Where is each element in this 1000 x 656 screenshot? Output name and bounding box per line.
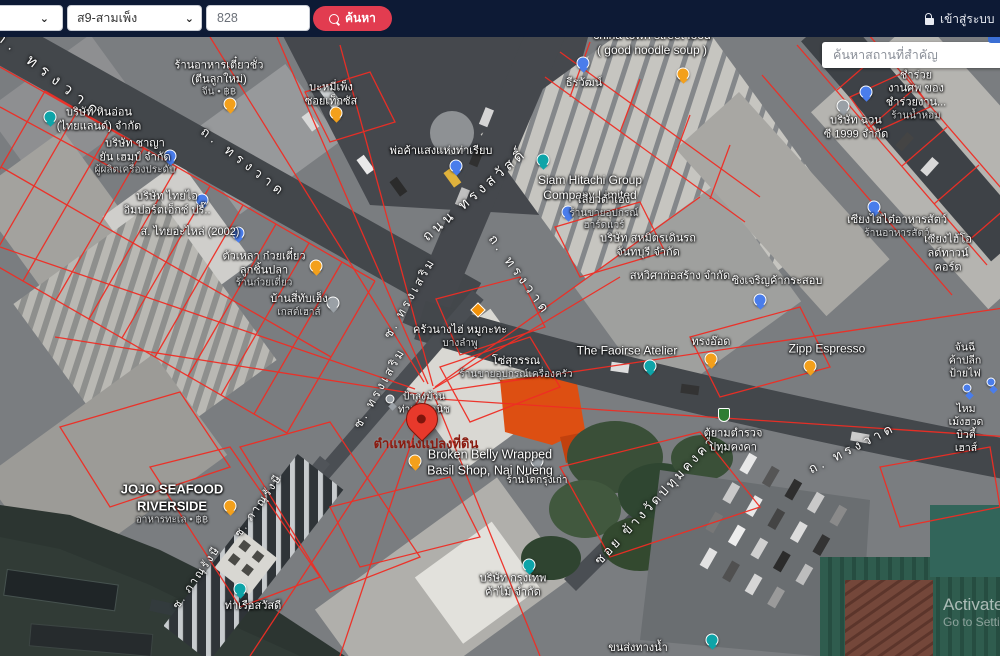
session-label: เข้าสู่ระบบ [940, 10, 995, 29]
poi-label[interactable]: บริษัท กรุงเทพ ค้าไม้ จำกัด [480, 572, 547, 600]
search-icon [329, 14, 339, 24]
app-window: ถ. ทรงวาด ถ. ทรงวาด ถนน ทรงสวัสดิ์ ถ. ทร… [0, 0, 1000, 656]
parcel-number-input[interactable] [206, 5, 310, 31]
chevron-down-icon: ⌄ [185, 12, 194, 25]
poi-label-text: ร้านอาหารเตี๋ยวชั่ว (ตีนลูกใหม่) [175, 59, 264, 85]
shop-marker-icon[interactable] [963, 384, 972, 393]
poi-label-sub: ร้านขายอุปกรณ์เครื่องครัว [459, 369, 572, 382]
company-marker-icon[interactable] [644, 360, 657, 373]
poi-label[interactable]: ทรงอ๊อด [692, 336, 731, 350]
poi-label-sub: อาหารทะเล • ฿฿ [121, 514, 224, 527]
top-toolbar: มหานคร ⌄ ส9-สามเพ็ง ⌄ ค้นหา เข้าสู่ระบบ [0, 0, 1000, 37]
poi-label[interactable]: จันฉี ค้าปลีกป้ายไฟ [948, 341, 983, 380]
poi-label-text: JOJO SEAFOOD RIVERSIDE [121, 482, 224, 513]
poi-label[interactable]: บริษัท ฉวน ซี 1999 จำกัด [824, 114, 888, 142]
province-select[interactable]: มหานคร ⌄ [0, 5, 63, 31]
poi-label[interactable]: china town street food ( good noodle sou… [593, 37, 710, 58]
clipped-blue-button[interactable] [988, 37, 1000, 43]
company-marker-icon[interactable] [523, 559, 536, 572]
poi-label[interactable]: ซิงเจริญค้ากระสอบ [732, 275, 823, 289]
police-box-marker-icon[interactable] [718, 408, 730, 422]
poi-label[interactable]: ไหมเม้งฮวด บิวตี้เฮาส์ [949, 403, 984, 456]
shop-marker-icon[interactable] [577, 57, 590, 70]
poi-label[interactable]: พ่อค้าแสงแห่งท่าเรียบ [390, 145, 493, 159]
pier-marker-icon[interactable] [386, 395, 395, 404]
poi-label-sub: จีน • ฿฿ [175, 87, 264, 100]
poi-label-text: เลียวต้าเฮง [578, 194, 630, 206]
poi-label[interactable]: ตู้ยามตำรวจ ปทุมคงคา [704, 427, 763, 455]
search-button-label: ค้นหา [345, 9, 376, 28]
poi-search-input[interactable] [822, 42, 1000, 68]
restaurant-marker-icon[interactable] [310, 260, 323, 273]
district-select-value: ส9-สามเพ็ง [77, 8, 137, 28]
poi-label[interactable]: ท่าเรือสวัสดี [225, 600, 281, 614]
poi-label-text: ตัวเหลา ก๋วยเตี๋ยว ลูกชิ้นปลา [222, 250, 305, 276]
lock-icon [925, 18, 934, 25]
poi-label[interactable]: บะหมี่เพ็ง ซอยเท็กซัส [305, 81, 357, 109]
poi-label-sub: เกสต์เฮาส์ [270, 307, 327, 320]
poi-label[interactable]: Zipp Espresso [789, 342, 866, 357]
poi-label[interactable]: ร้านอาหารเตี๋ยวชั่ว (ตีนลูกใหม่) จีน • ฿… [175, 45, 264, 113]
session-control[interactable]: เข้าสู่ระบบ [925, 10, 1000, 29]
poi-label[interactable]: บริษัท สหมิตรเดินรถ จันทบุรี จำกัด [600, 232, 696, 260]
shop-marker-icon[interactable] [860, 86, 873, 99]
poi-label[interactable]: JOJO SEAFOOD RIVERSIDE อาหารทะเล • ฿฿ [121, 465, 224, 543]
poi-label-text: บ้านสี่ทับเฮ็ง [270, 293, 327, 305]
poi-label[interactable]: ร้านโตกรุงเก่า [506, 475, 567, 488]
watermark-line2: Go to Setting [943, 615, 1000, 629]
restaurant-marker-icon[interactable] [677, 68, 690, 81]
chevron-down-icon: ⌄ [40, 12, 49, 25]
shop-marker-icon[interactable] [987, 378, 996, 387]
shop-marker-icon[interactable] [754, 294, 767, 307]
lodging-marker-icon[interactable] [327, 297, 340, 310]
poi-label-text: ครัวนางไฮ่ หมูกะทะ [413, 324, 507, 336]
company-marker-icon[interactable] [706, 634, 719, 647]
pier-marker-icon[interactable] [234, 583, 247, 596]
poi-label-text: เซียงไฮ่ไต๋อาหารสัตว์ [847, 214, 947, 226]
poi-label[interactable]: The Faoirse Atelier [577, 344, 678, 359]
poi-label[interactable]: สหวิศาก่อสร้าง จำกัด [630, 270, 730, 284]
poi-label-text: โซ่สุวรรณ [492, 355, 540, 367]
search-button[interactable]: ค้นหา [313, 6, 392, 31]
poi-label[interactable]: บ้านสี่ทับเฮ็ง เกสต์เฮาส์ [270, 279, 327, 333]
restaurant-marker-icon[interactable] [409, 455, 422, 468]
poi-label[interactable]: ธีรวัฒน์ [566, 77, 602, 91]
activation-watermark: Activate W Go to Setting [943, 595, 1000, 629]
restaurant-marker-icon[interactable] [224, 500, 237, 513]
poi-label-sub: ผู้ผลิตเครื่องประดับ [95, 165, 176, 178]
company-marker-icon[interactable] [537, 154, 550, 167]
district-select[interactable]: ส9-สามเพ็ง ⌄ [67, 5, 202, 31]
poi-label-sub: ร้านขายอุปกรณ์ ฮาร์ดแวร์ [569, 207, 638, 232]
restaurant-marker-icon[interactable] [705, 353, 718, 366]
poi-label[interactable]: บริษัท ชาญา ยัน เฮมป์ จำกัด ผู้ผลิตเครื่… [95, 123, 176, 191]
shop-marker-icon[interactable] [450, 160, 463, 173]
poi-label[interactable]: โซ่สุวรรณ ร้านขายอุปกรณ์เครื่องครัว [459, 341, 572, 395]
poi-label[interactable]: ขนส่งทางน้ำ [608, 642, 668, 656]
company-marker-icon[interactable] [44, 111, 57, 124]
company-marker-icon[interactable] [837, 100, 850, 113]
poi-label[interactable]: เซียงไฮ้โอลด์ทาวน์คอร์ต [922, 233, 974, 274]
poi-label-text: บริษัท ชาญา ยัน เฮมป์ จำกัด [99, 137, 170, 163]
watermark-line1: Activate W [943, 595, 1000, 615]
satellite-map[interactable]: ถ. ทรงวาด ถ. ทรงวาด ถนน ทรงสวัสดิ์ ถ. ทร… [0, 37, 1000, 656]
poi-label[interactable]: บริษัท ไทยไอ อิมปอร์ตเอ็กซ์ ปรี๊.. [123, 190, 210, 218]
cafe-marker-icon[interactable] [804, 360, 817, 373]
